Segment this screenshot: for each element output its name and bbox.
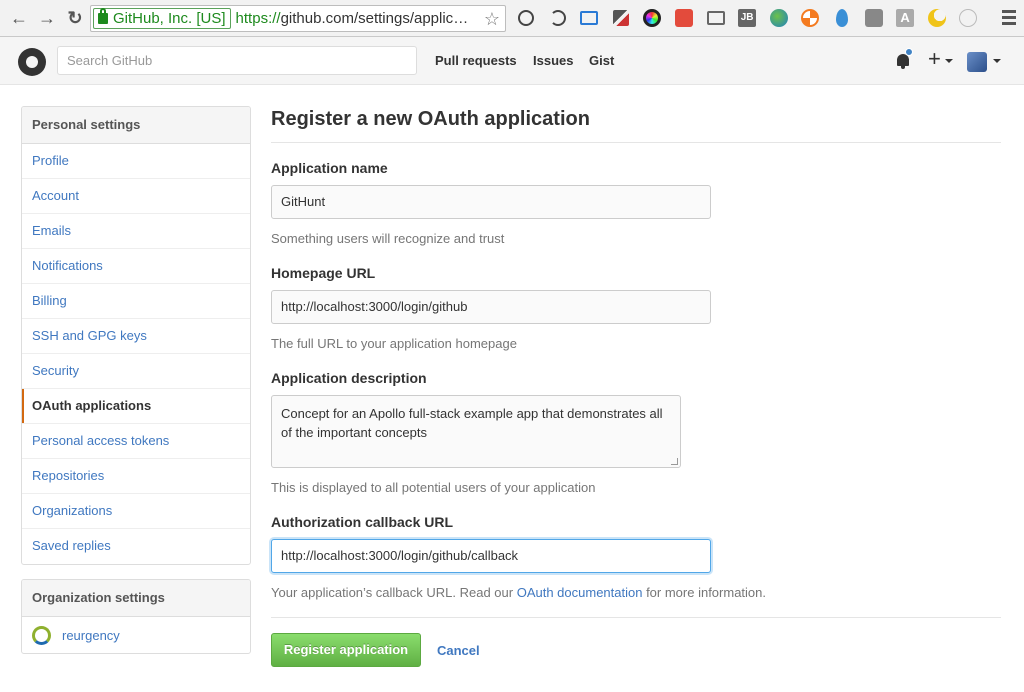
nav-gist[interactable]: Gist: [589, 53, 614, 68]
personal-settings-menu: Personal settings Profile Account Emails…: [21, 106, 251, 565]
site-header: Search GitHub Pull requests Issues Gist: [0, 37, 1024, 85]
sidebar-item-saved-replies[interactable]: Saved replies: [22, 529, 250, 564]
url-text[interactable]: https://github.com/settings/applicat...: [236, 10, 476, 27]
cert-owner: GitHub, Inc. [US]: [113, 10, 226, 27]
moon-icon[interactable]: [925, 6, 949, 30]
form-divider: [271, 617, 1001, 618]
avatar-chevron-down-icon[interactable]: [993, 59, 1001, 63]
font-icon[interactable]: A: [893, 6, 917, 30]
secure-badge[interactable]: GitHub, Inc. [US]: [93, 8, 231, 29]
callback-url-input[interactable]: http://localhost:3000/login/github/callb…: [271, 539, 711, 573]
notifications-bell-icon[interactable]: [895, 48, 913, 69]
reload-icon[interactable]: ↻: [62, 5, 88, 31]
1password-icon[interactable]: [514, 6, 538, 30]
url-path: github.com/settings/applicat...: [280, 10, 476, 27]
search-input[interactable]: Search GitHub: [57, 46, 417, 75]
sidebar-item-organizations[interactable]: Organizations: [22, 494, 250, 529]
sidebar-item-org[interactable]: reurgency: [22, 617, 250, 653]
org-logo-icon: [32, 625, 51, 645]
sidebar-item-billing[interactable]: Billing: [22, 284, 250, 319]
sidebar-item-account[interactable]: Account: [22, 179, 250, 214]
homepage-url-note: The full URL to your application homepag…: [271, 336, 517, 351]
react-icon[interactable]: [956, 6, 980, 30]
resize-grip-icon[interactable]: [671, 458, 678, 465]
org-name: reurgency: [62, 627, 120, 643]
callback-url-note: Your application’s callback URL. Read ou…: [271, 585, 766, 600]
organization-settings-menu: Organization settings reurgency: [21, 579, 251, 654]
register-application-button[interactable]: Register application: [271, 633, 421, 667]
nav-issues[interactable]: Issues: [533, 53, 573, 68]
github-logo-icon[interactable]: [18, 48, 46, 76]
bookmark-star-icon[interactable]: ☆: [484, 9, 500, 30]
application-name-note: Something users will recognize and trust: [271, 231, 505, 246]
application-description-textarea[interactable]: Concept for an Apollo full-stack example…: [271, 395, 681, 468]
sidebar-item-notifications[interactable]: Notifications: [22, 249, 250, 284]
sidebar-item-ssh-gpg-keys[interactable]: SSH and GPG keys: [22, 319, 250, 354]
sidebar-item-personal-access-tokens[interactable]: Personal access tokens: [22, 424, 250, 459]
oauth-documentation-link[interactable]: OAuth documentation: [517, 585, 643, 600]
browser-menu-icon[interactable]: [1002, 10, 1016, 28]
organization-settings-heading: Organization settings: [22, 580, 250, 617]
nav-pull-requests[interactable]: Pull requests: [435, 53, 517, 68]
application-description-label: Application description: [271, 370, 427, 386]
lock-icon: [98, 8, 108, 24]
personal-settings-heading: Personal settings: [22, 107, 250, 144]
shield-extension-icon[interactable]: [672, 6, 696, 30]
drop-icon[interactable]: [830, 6, 854, 30]
sidebar-item-oauth-applications[interactable]: OAuth applications: [22, 389, 250, 424]
globe-icon[interactable]: [767, 6, 791, 30]
title-divider: [271, 142, 1001, 143]
cast-icon[interactable]: [704, 6, 728, 30]
jb-icon[interactable]: JB: [735, 6, 759, 30]
lifebuoy-icon[interactable]: [798, 6, 822, 30]
eyedropper-icon[interactable]: [609, 6, 633, 30]
screenshot-icon[interactable]: [577, 6, 601, 30]
unread-indicator: [905, 48, 913, 56]
callback-note-text: Your application’s callback URL. Read ou…: [271, 585, 517, 600]
homepage-url-label: Homepage URL: [271, 265, 376, 281]
url-scheme: https://: [235, 10, 281, 27]
back-arrow-icon[interactable]: ←: [6, 5, 32, 31]
page-title: Register a new OAuth application: [271, 108, 590, 130]
create-new-plus-icon[interactable]: +: [928, 46, 941, 72]
sidebar-item-security[interactable]: Security: [22, 354, 250, 389]
sidebar-item-profile[interactable]: Profile: [22, 144, 250, 179]
color-wheel-icon[interactable]: [640, 6, 664, 30]
application-name-input[interactable]: GitHunt: [271, 185, 711, 219]
address-bar[interactable]: GitHub, Inc. [US] https://github.com/set…: [90, 5, 506, 32]
sidebar-item-emails[interactable]: Emails: [22, 214, 250, 249]
extension-icons: JB A: [514, 6, 988, 30]
tool-icon[interactable]: [862, 6, 886, 30]
create-chevron-down-icon[interactable]: [945, 59, 953, 63]
homepage-url-input[interactable]: http://localhost:3000/login/github: [271, 290, 711, 324]
avatar[interactable]: [967, 52, 987, 72]
callback-note-suffix: for more information.: [642, 585, 766, 600]
application-description-note: This is displayed to all potential users…: [271, 480, 596, 495]
callback-url-label: Authorization callback URL: [271, 514, 454, 530]
forward-arrow-icon[interactable]: →: [34, 5, 60, 31]
cancel-link[interactable]: Cancel: [437, 643, 480, 658]
application-description-text: Concept for an Apollo full-stack example…: [281, 406, 663, 440]
application-name-label: Application name: [271, 160, 388, 176]
sync-icon[interactable]: [546, 6, 570, 30]
sidebar-item-repositories[interactable]: Repositories: [22, 459, 250, 494]
